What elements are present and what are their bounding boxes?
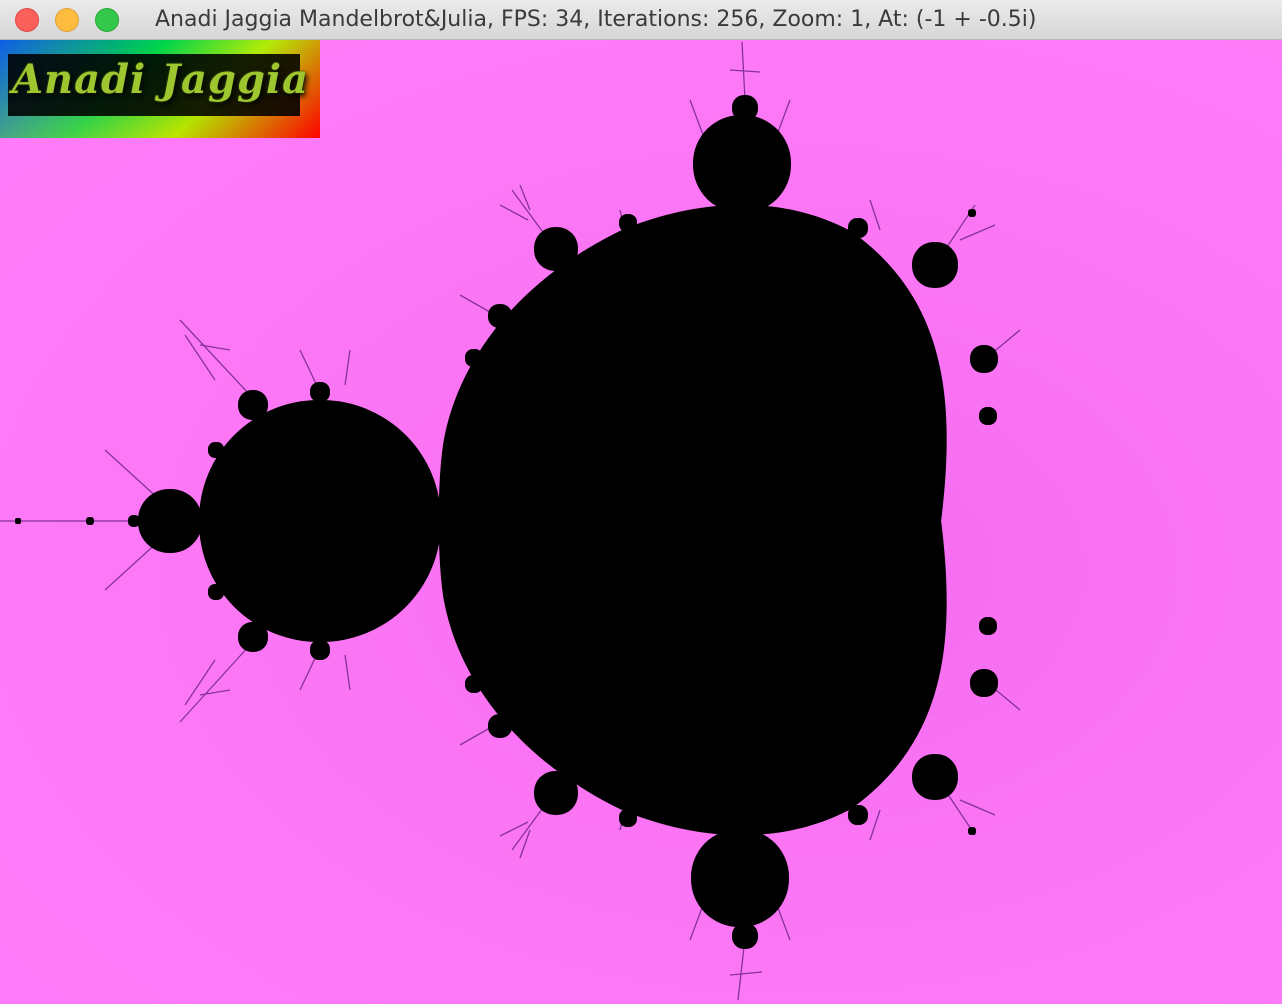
mandelbrot-set	[0, 41, 1021, 1001]
zoom-window-button[interactable]	[95, 8, 119, 32]
minimize-window-button[interactable]	[55, 8, 79, 32]
title-bar[interactable]: Anadi Jaggia Mandelbrot&Julia, FPS: 34, …	[0, 0, 1282, 40]
close-window-button[interactable]	[15, 8, 39, 32]
window-title: Anadi Jaggia Mandelbrot&Julia, FPS: 34, …	[155, 7, 1037, 32]
set-body	[16, 96, 997, 948]
logo-text: Anadi Jaggia	[12, 56, 310, 103]
app-logo: Anadi Jaggia	[0, 40, 320, 138]
app-window: Anadi Jaggia Mandelbrot&Julia, FPS: 34, …	[0, 0, 1282, 1004]
fractal-canvas[interactable]	[0, 40, 1282, 1004]
